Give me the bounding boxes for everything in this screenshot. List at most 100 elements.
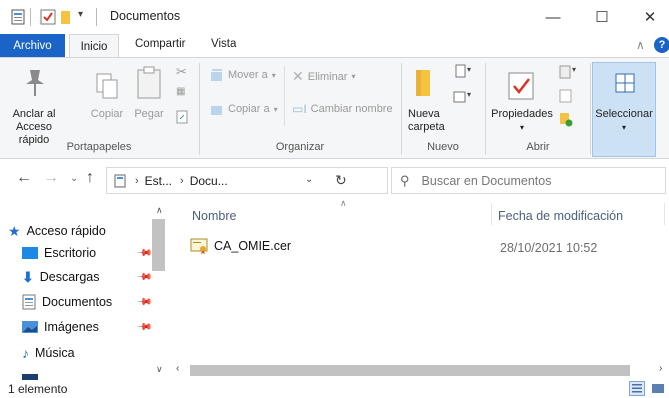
nav-quick-access-label: Acceso rápido [26,224,106,238]
new-folder-label-1: Nueva [408,108,440,120]
details-view-icon[interactable] [629,381,645,396]
nav-scroll-up-icon[interactable]: ∧ [156,205,163,216]
file-name: CA_OMIE.cer [214,239,292,253]
edit-icon[interactable] [558,88,574,107]
file-row[interactable]: CA_OMIE.cer [190,238,291,254]
nav-item-desktop[interactable]: Escritorio [22,243,96,263]
breadcrumb-item-1[interactable]: Est... [145,174,172,188]
paste-shortcut-icon[interactable] [176,110,188,127]
history-icon[interactable] [558,111,574,130]
svg-text:▾: ▾ [467,65,471,74]
pin-icon[interactable]: 📌 [136,319,153,336]
large-icons-view-icon[interactable] [651,382,665,395]
rename-label: Cambiar nombre [310,103,393,115]
nav-quick-access[interactable]: ★ Acceso rápido [8,221,106,241]
group-open-label: Abrir [526,141,550,153]
nav-item-pictures[interactable]: Imágenes [22,317,99,337]
delete-label: Eliminar [307,70,348,83]
tab-share[interactable]: Compartir [135,38,185,50]
copy-button[interactable]: Copiar [88,108,126,121]
svg-text:▾: ▾ [572,65,576,74]
select-button[interactable]: Seleccionar ▾ [592,62,656,157]
nav-scroll-down-icon[interactable]: ∨ [156,364,163,375]
star-icon: ★ [8,222,21,239]
documents-location-icon [114,174,126,187]
nav-item-label: Imágenes [44,320,99,334]
column-header-date-modified[interactable]: Fecha de modificación [498,209,623,223]
pin-icon[interactable]: 📌 [136,245,153,262]
easy-access-icon[interactable]: ▾ [452,88,474,107]
back-arrow-icon[interactable]: ← [16,169,32,187]
address-history-icon[interactable]: ⌄ [305,174,313,185]
status-bar: 1 elemento [0,380,669,398]
move-to-icon [211,69,222,81]
breadcrumb-separator-icon: › [135,174,139,187]
horizontal-scrollbar[interactable]: ‹ › [170,362,669,379]
pictures-icon [22,321,38,333]
horizontal-scrollbar-thumb[interactable] [190,365,630,376]
minimize-button[interactable]: — [541,6,565,28]
copy-to-button[interactable]: Copiar a ▾ [210,102,278,116]
address-bar[interactable]: › Est... › Docu... ⌄ ↻ [106,167,388,194]
properties-qa-icon[interactable] [40,9,56,25]
search-box[interactable]: ⚲ Buscar en Documentos [391,167,666,194]
delete-button[interactable]: ✕ Eliminar ▾ [292,68,355,85]
pin-icon [22,68,48,101]
window-title: Documentos [110,9,181,23]
pin-label-1: Anclar al [12,108,56,120]
new-folder-qa-icon[interactable] [60,9,72,25]
cut-icon[interactable]: ✂ [176,64,187,80]
certificate-file-icon [190,238,208,254]
nav-item-downloads[interactable]: ⬇ Descargas [22,267,99,287]
customize-qa-icon[interactable]: ▾ [78,9,83,20]
copy-to-icon [211,106,222,115]
explorer-app-icon[interactable] [10,9,26,25]
properties-icon [507,71,535,104]
move-to-label: Mover a [228,69,268,81]
group-clipboard-label: Portapapeles [66,141,132,153]
new-item-icon[interactable]: ▾ [452,64,474,83]
breadcrumb-item-2[interactable]: Docu... [190,174,228,188]
paste-button[interactable]: Pegar [131,108,167,121]
copy-icon [95,72,119,103]
downloads-icon: ⬇ [22,268,34,285]
nav-scrollbar-thumb[interactable] [152,219,165,271]
paste-icon [136,66,162,103]
title-bar: ▾ Documentos — ☐ ✕ [0,0,669,34]
navigation-pane: ∧ ∨ ★ Acceso rápido Escritorio 📌 ⬇ Desca… [0,201,170,380]
delete-icon: ✕ [292,68,304,84]
recent-locations-icon[interactable]: ⌄ [70,173,78,184]
breadcrumb-separator-icon: › [180,174,184,187]
refresh-icon[interactable]: ↻ [335,172,347,189]
nav-item-documents[interactable]: Documentos [22,292,112,312]
collapse-ribbon-icon[interactable]: ∧ [636,38,645,52]
maximize-button[interactable]: ☐ [590,6,614,28]
properties-button[interactable]: Propiedades ▾ [488,108,556,134]
nav-item-label: Descargas [39,270,100,284]
column-header-name[interactable]: Nombre [192,209,236,223]
rename-button[interactable]: ▭I Cambiar nombre [292,102,393,116]
file-date-modified: 28/10/2021 10:52 [500,241,598,255]
forward-arrow-icon[interactable]: → [43,169,59,187]
new-folder-button[interactable]: Nueva carpeta [408,108,452,134]
svg-text:▾: ▾ [467,90,471,99]
help-icon[interactable]: ? [654,37,669,53]
group-new-label: Nuevo [427,141,459,153]
rename-icon: ▭I [292,102,307,116]
move-to-button[interactable]: Mover a ▾ [210,68,276,82]
properties-label: Propiedades [491,108,553,120]
scroll-right-icon[interactable]: › [659,363,662,374]
pin-icon[interactable]: 📌 [136,269,153,286]
ribbon: Anclar al Acceso rápido Copiar Pegar ✂ ▦… [0,57,669,159]
nav-item-music[interactable]: ♪ Música [22,343,75,363]
search-input[interactable]: Buscar en Documentos [422,174,552,188]
close-button[interactable]: ✕ [638,6,662,28]
scroll-left-icon[interactable]: ‹ [176,363,179,374]
tab-file[interactable]: Archivo [0,34,65,58]
tab-view[interactable]: Vista [211,38,236,50]
open-icon[interactable]: ▾ [558,64,580,83]
tab-home[interactable]: Inicio [69,34,119,58]
pin-icon[interactable]: 📌 [136,294,153,311]
up-arrow-icon[interactable]: ↑ [86,169,94,187]
copy-path-icon[interactable]: ▦ [176,86,185,97]
